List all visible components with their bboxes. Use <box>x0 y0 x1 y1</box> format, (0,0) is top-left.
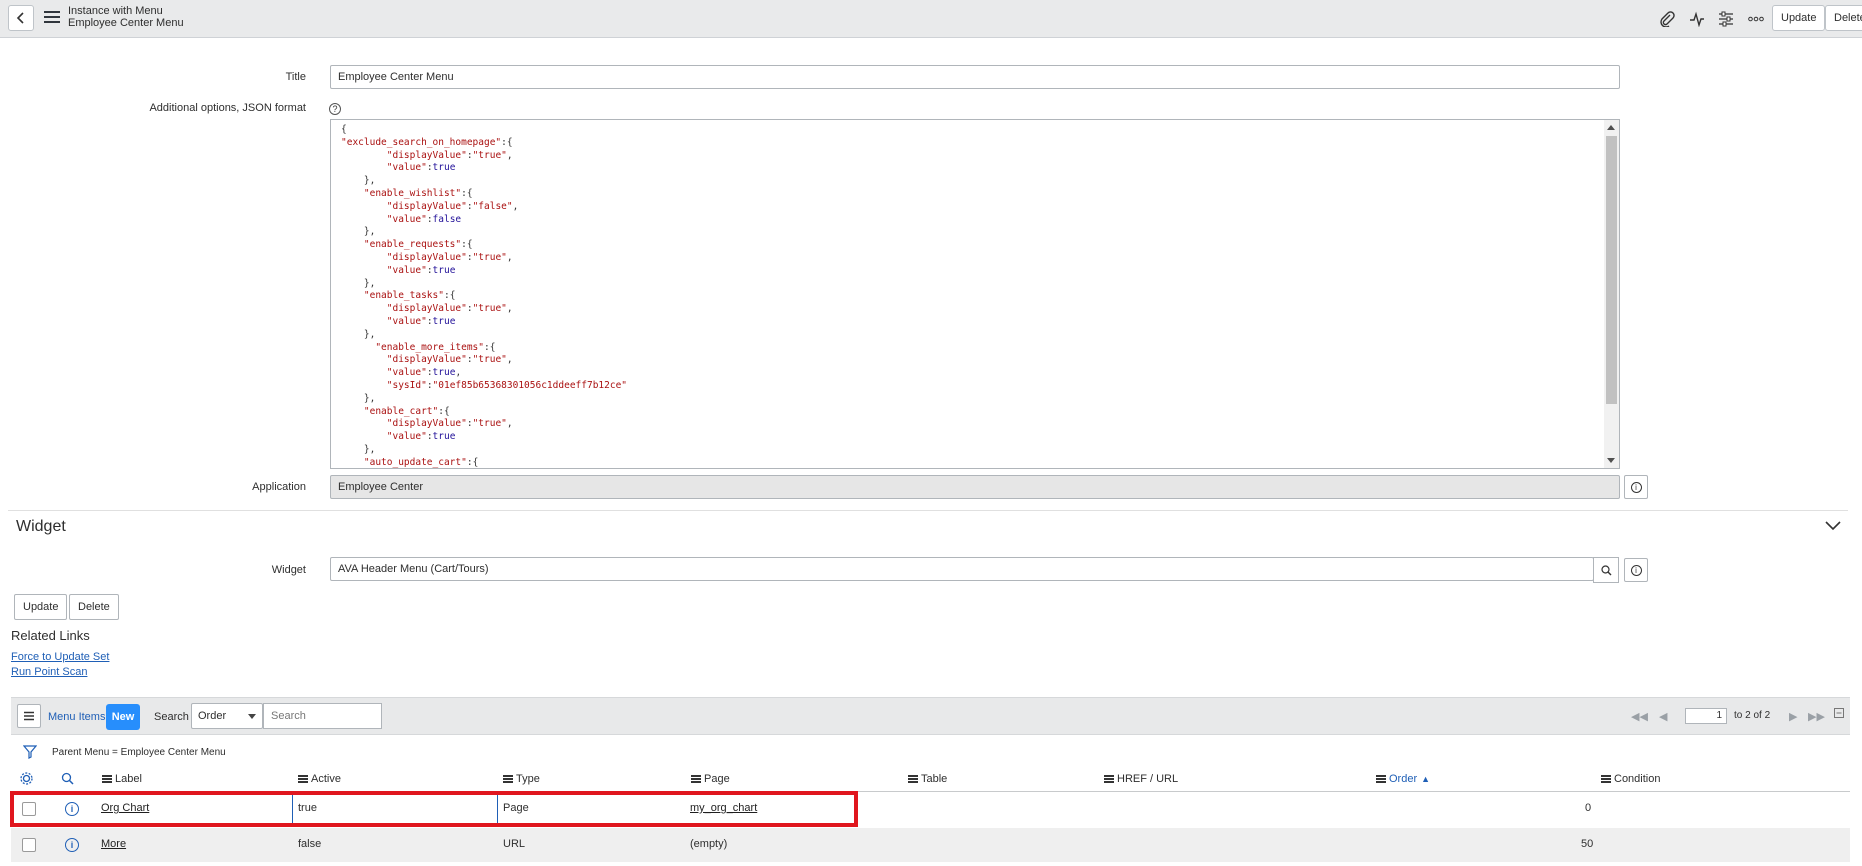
header-update-button[interactable]: Update <box>1772 5 1826 31</box>
info-icon: i <box>1630 481 1642 493</box>
back-button[interactable] <box>8 5 34 31</box>
row-order: 0 <box>1585 802 1592 814</box>
context-menu-icon[interactable] <box>44 11 60 25</box>
new-button[interactable]: New <box>106 704 140 730</box>
info-icon: i <box>1630 564 1642 576</box>
delete-button[interactable]: Delete <box>69 594 119 620</box>
settings-sliders-icon[interactable] <box>1716 9 1736 29</box>
caret-down-icon <box>248 714 256 719</box>
chevron-left-icon <box>16 12 24 24</box>
row-info-icon[interactable]: i <box>65 838 79 852</box>
json-options-field[interactable]: { "exclude_search_on_homepage":{ "displa… <box>330 119 1620 469</box>
column-header-condition[interactable]: Condition <box>1601 773 1660 785</box>
row-type: URL <box>503 838 526 850</box>
column-header-order[interactable]: Order ▲ <box>1376 773 1430 785</box>
last-page-icon[interactable]: ▶▶ <box>1808 710 1825 723</box>
list-title[interactable]: Menu Items <box>48 711 105 723</box>
list-menu-button[interactable] <box>17 704 41 728</box>
widget-label: Widget <box>271 564 306 576</box>
personalize-gear-icon[interactable] <box>19 771 34 789</box>
activity-icon[interactable] <box>1687 9 1707 29</box>
section-divider <box>8 510 1848 511</box>
page-number-input[interactable]: 1 <box>1685 708 1727 724</box>
search-icon <box>1600 564 1611 575</box>
next-page-icon[interactable]: ▶ <box>1789 710 1797 723</box>
widget-lookup-button[interactable] <box>1593 557 1619 583</box>
search-field-value: Order <box>198 710 227 722</box>
scroll-thumb[interactable] <box>1606 136 1617 404</box>
previous-page-icon[interactable]: ◀ <box>1659 710 1667 723</box>
application-field: Employee Center <box>330 475 1620 499</box>
search-field-select[interactable]: Order <box>191 703 263 729</box>
column-header-table[interactable]: Table <box>908 773 947 785</box>
list-toolbar: Menu Items New Search Order Search ◀◀ ◀ … <box>11 697 1850 735</box>
table-row[interactable]: i More false URL (empty) 50 <box>11 828 1850 862</box>
filter-icon[interactable] <box>22 745 38 762</box>
scroll-down-arrow-icon[interactable] <box>1607 458 1615 463</box>
column-search-icon[interactable] <box>61 772 74 788</box>
column-header-href[interactable]: HREF / URL <box>1104 773 1178 785</box>
sort-ascending-icon: ▲ <box>1421 774 1431 784</box>
table-header: Label Active Type Page Table HREF / URL … <box>11 766 1850 792</box>
application-label: Application <box>252 481 306 493</box>
filter-breadcrumb: Parent Menu = Employee Center Menu <box>11 741 1850 763</box>
title-field[interactable]: Employee Center Menu <box>330 65 1620 89</box>
header-title-table: Instance with Menu <box>68 5 163 17</box>
column-header-type[interactable]: Type <box>503 773 540 785</box>
first-page-icon[interactable]: ◀◀ <box>1631 710 1648 723</box>
header-title: Instance with Menu Employee Center Menu <box>68 5 184 29</box>
column-header-page[interactable]: Page <box>691 773 730 785</box>
collapse-list-icon[interactable] <box>1834 708 1844 721</box>
json-options-label: Additional options, JSON format <box>149 102 306 114</box>
paperclip-icon[interactable] <box>1657 9 1677 29</box>
row-order: 50 <box>1581 838 1594 850</box>
application-info-button[interactable]: i <box>1624 475 1648 499</box>
row-active: false <box>298 838 322 850</box>
json-scrollbar[interactable] <box>1604 120 1619 468</box>
form-header: Instance with Menu Employee Center Menu … <box>0 0 1862 38</box>
json-options-text: { "exclude_search_on_homepage":{ "displa… <box>341 124 628 468</box>
collapse-chevron-icon[interactable] <box>1825 520 1841 534</box>
run-point-scan-link[interactable]: Run Point Scan <box>11 666 87 678</box>
column-header-label[interactable]: Label <box>102 773 142 785</box>
widget-section-title: Widget <box>16 518 66 535</box>
row-checkbox[interactable] <box>22 838 36 852</box>
widget-info-button[interactable]: i <box>1624 558 1648 582</box>
row-page: (empty) <box>690 838 728 850</box>
header-delete-button[interactable]: Delete <box>1825 5 1862 31</box>
more-options-icon[interactable] <box>1746 9 1766 29</box>
related-links-title: Related Links <box>11 628 90 643</box>
filter-condition[interactable]: Parent Menu = Employee Center Menu <box>52 747 226 758</box>
search-label: Search <box>154 711 189 723</box>
highlight-annotation-box <box>10 791 858 827</box>
title-label: Title <box>285 71 306 83</box>
column-header-active[interactable]: Active <box>298 773 341 785</box>
row-label[interactable]: More <box>101 838 126 850</box>
scroll-up-arrow-icon[interactable] <box>1607 125 1615 130</box>
header-title-record: Employee Center Menu <box>68 17 184 29</box>
widget-field[interactable]: AVA Header Menu (Cart/Tours) <box>330 557 1594 581</box>
help-icon[interactable]: ? <box>329 103 341 115</box>
page-range-text: to 2 of 2 <box>1734 710 1771 721</box>
force-update-set-link[interactable]: Force to Update Set <box>11 651 109 663</box>
update-button[interactable]: Update <box>14 594 68 620</box>
hamburger-icon <box>24 711 34 721</box>
list-search-input[interactable]: Search <box>263 703 382 729</box>
